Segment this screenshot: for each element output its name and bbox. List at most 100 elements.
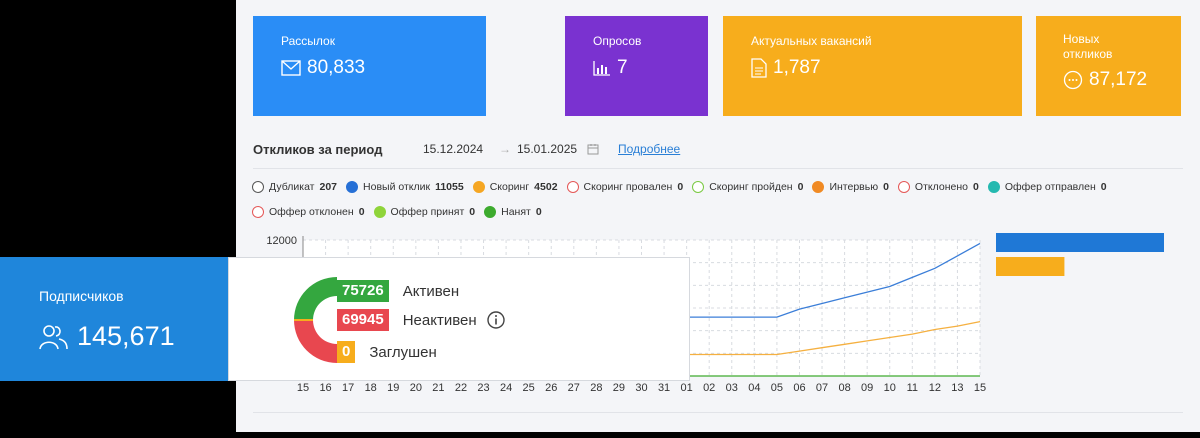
legend-label: Новый отклик [363,181,431,193]
legend-item[interactable]: Оффер принят 0 [373,206,476,218]
legend-item[interactable]: Скоринг провален 0 [566,181,684,193]
legend-count: 0 [677,181,684,193]
y-tick-label: 12000 [266,235,297,247]
legend-dot-icon [692,181,705,193]
x-tick-label: 06 [793,382,805,394]
legend-row: Дубликат 207 Новый отклик 11055 Скоринг 4502 С… [252,178,1182,196]
donut-muted-segment [294,319,313,321]
divider [253,168,1183,169]
date-to-field[interactable]: 15.01.2025 [517,142,577,156]
legend-item[interactable]: Нанят 0 [484,206,542,218]
users-icon [39,324,68,349]
bar-chart-icon [593,61,610,76]
mailings-card[interactable]: Рассылок 80,833 [253,16,486,116]
x-tick-label: 15 [297,382,309,394]
legend-dot-icon [252,181,264,193]
legend-count: 0 [972,181,979,193]
status-count-badge: 0 [337,341,356,363]
legend-item[interactable]: Оффер отправлен 0 [987,181,1107,193]
x-tick-label: 18 [365,382,377,394]
legend-item[interactable]: Скоринг пройден 0 [692,181,803,193]
period-title: Откликов за период [253,142,383,157]
legend-item[interactable]: Дубликат 207 [252,181,337,193]
status-label: Неактивен [402,311,477,329]
summary-bar [996,257,1065,276]
status-count-badge: 69945 [337,309,389,331]
vacancies-card[interactable]: Актуальных вакансий 1,787 [723,16,1022,116]
calendar-icon[interactable] [587,143,599,155]
x-tick-label: 01 [681,382,693,394]
legend-label: Интервью [829,181,879,193]
document-icon [751,58,767,78]
date-range-arrow: → [499,142,511,156]
x-tick-label: 23 [477,382,489,394]
legend-label: Оффер принят [390,206,465,218]
x-tick-label: 08 [838,382,850,394]
x-tick-label: 24 [500,382,512,394]
polls-value: 7 [617,57,628,78]
polls-card[interactable]: Опросов 7 [565,16,708,116]
legend-dot-icon [897,181,910,193]
legend-count: 207 [319,181,338,193]
x-tick-label: 28 [590,382,602,394]
legend-label: Оффер отправлен [1004,181,1096,193]
legend-dot-icon [812,181,825,193]
legend-count: 0 [535,206,542,218]
x-tick-label: 31 [658,382,670,394]
legend-item[interactable]: Новый отклик 11055 [346,181,464,193]
legend-dot-icon [566,181,579,193]
legend-label: Нанят [501,206,531,218]
legend-row: Оффер отклонен 0 Оффер принят 0 Нанят 0 [252,203,1182,221]
legend-item[interactable]: Отклонено 0 [897,181,979,193]
legend-label: Отклонено [914,181,968,193]
donut-inactive-segment [294,320,337,363]
x-tick-label: 03 [726,382,738,394]
envelope-icon [281,60,301,76]
status-row-muted: 0 Заглушен [337,341,437,363]
x-tick-label: 07 [816,382,828,394]
status-row-inactive: 69945 Неактивен [337,309,505,331]
date-from-field[interactable]: 15.12.2024 [423,142,483,156]
legend-count: 0 [1100,181,1107,193]
x-tick-label: 20 [410,382,422,394]
info-icon[interactable] [486,311,505,329]
subscribers-label: Подписчиков [39,288,124,304]
legend-label: Оффер отклонен [269,206,354,218]
responses-card[interactable]: Новых откликов 87,172 [1036,16,1181,116]
legend-item[interactable]: Скоринг 4502 [472,181,558,193]
x-tick-label: 04 [748,382,760,394]
x-tick-label: 09 [861,382,873,394]
x-tick-label: 12 [929,382,941,394]
x-tick-label: 22 [455,382,467,394]
legend-dot-icon [472,181,485,193]
legend-dot-icon [987,181,1000,193]
chat-bubble-icon [1063,70,1083,90]
legend-count: 0 [883,181,889,193]
legend-item[interactable]: Интервью 0 [812,181,889,193]
x-tick-label: 13 [951,382,963,394]
x-tick-label: 16 [319,382,331,394]
x-tick-label: 25 [523,382,535,394]
responses-value: 87,172 [1089,69,1148,90]
legend-count: 0 [797,181,804,193]
donut-active-segment [294,277,337,320]
legend-label: Скоринг провален [583,181,673,193]
legend-label: Дубликат [269,181,315,193]
x-tick-label: 27 [568,382,580,394]
legend-item[interactable]: Оффер отклонен 0 [252,206,365,218]
x-tick-label: 11 [907,382,918,394]
status-count-badge: 75726 [337,280,389,302]
subscribers-card[interactable]: Подписчиков 145,671 [0,257,228,381]
period-filter: Откликов за период 15.12.2024 → 15.01.20… [253,141,1183,161]
legend-dot-icon [252,206,264,218]
vacancies-value: 1,787 [773,57,821,78]
divider [253,412,1183,413]
legend-count: 0 [358,206,365,218]
subscribers-value: 145,671 [77,321,175,351]
legend-count: 0 [469,206,476,218]
x-tick-label: 02 [703,382,715,394]
details-link[interactable]: Подробнее [618,142,680,156]
x-tick-label: 19 [387,382,399,394]
legend-dot-icon [373,206,386,218]
status-donut-chart [294,277,337,363]
